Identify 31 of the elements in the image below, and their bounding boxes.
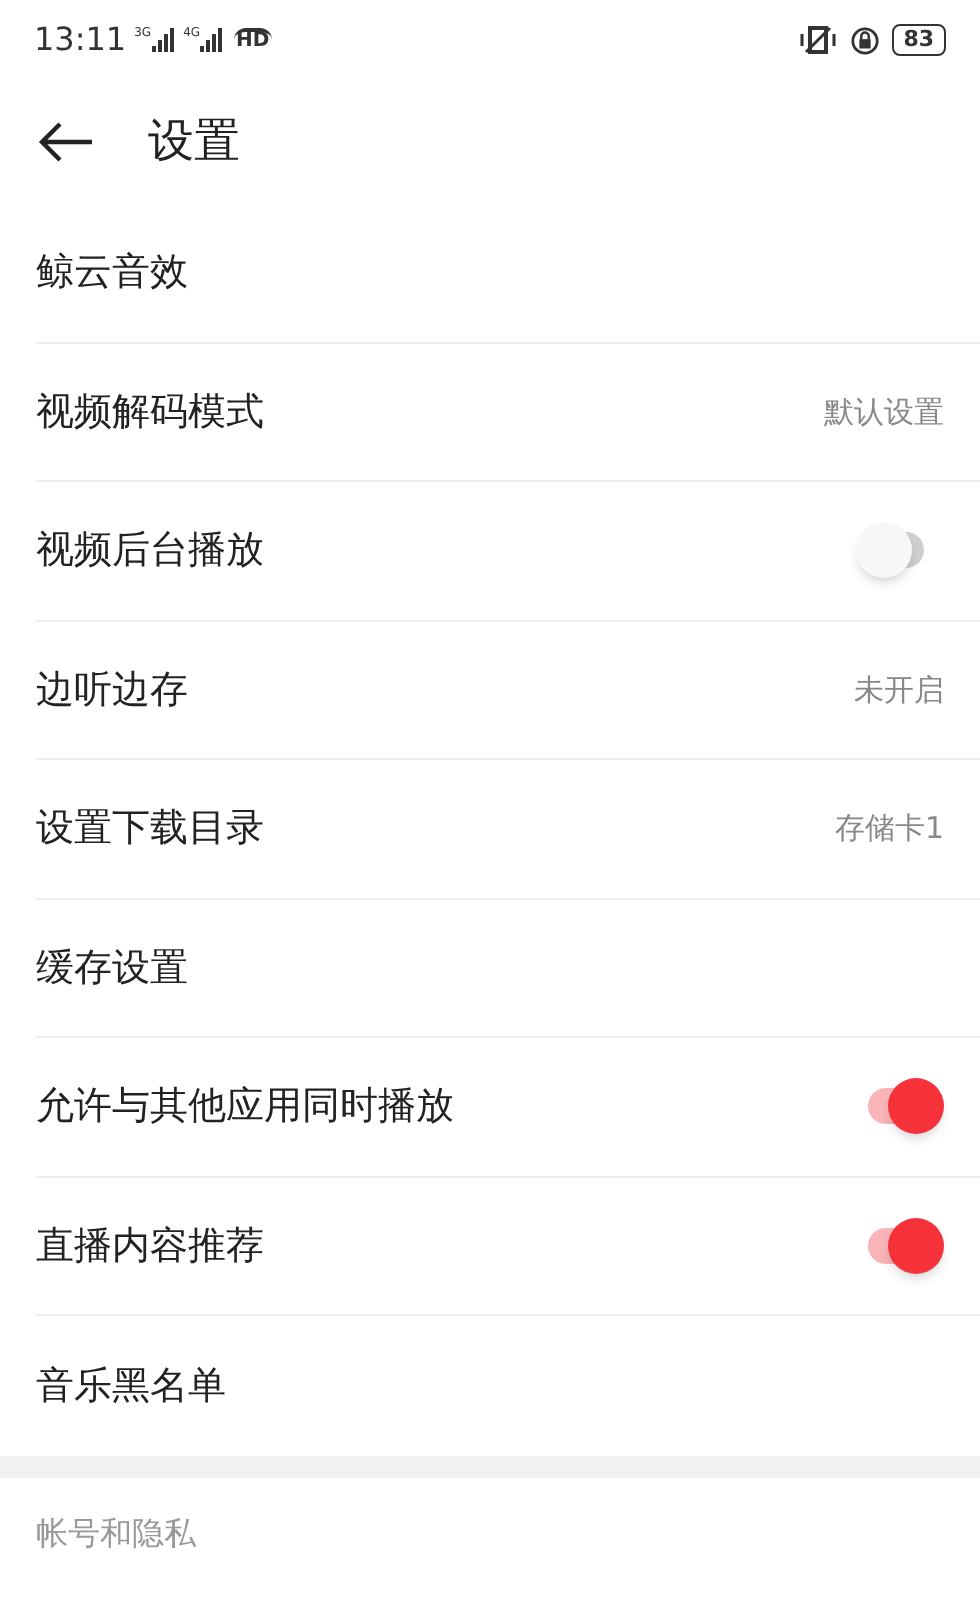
setting-label: 视频解码模式 <box>36 387 266 437</box>
settings-row[interactable]: 边听边存 未开启 <box>36 621 980 760</box>
setting-value: 存储卡1 <box>834 808 944 850</box>
back-icon[interactable] <box>36 120 96 164</box>
settings-row[interactable]: 直播内容推荐 <box>36 1177 980 1316</box>
setting-label: 音乐黑名单 <box>36 1361 228 1411</box>
setting-label: 鲸云音效 <box>36 248 190 298</box>
settings-row[interactable]: 允许与其他应用同时播放 <box>36 1038 980 1177</box>
signal-icon <box>200 28 225 52</box>
rotation-lock-icon <box>849 25 880 55</box>
setting-label: 直播内容推荐 <box>36 1221 266 1271</box>
section-header: 帐号和隐私 <box>36 1512 196 1556</box>
setting-label: 边听边存 <box>36 665 190 715</box>
hd-label: HD <box>234 28 272 52</box>
settings-row[interactable]: 视频后台播放 <box>36 482 980 621</box>
page-title: 设置 <box>148 113 240 172</box>
settings-row[interactable]: 缓存设置 <box>36 899 980 1038</box>
settings-row[interactable]: 音乐黑名单 <box>36 1316 980 1455</box>
setting-label: 视频后台播放 <box>36 526 266 576</box>
setting-value: 未开启 <box>854 669 944 711</box>
settings-row[interactable]: 视频解码模式 默认设置 <box>36 343 980 482</box>
setting-value: 默认设置 <box>824 391 944 433</box>
clock: 13:11 <box>34 18 127 62</box>
battery-indicator: 83 <box>891 24 946 56</box>
setting-label: 允许与其他应用同时播放 <box>36 1082 456 1132</box>
settings-row[interactable]: 鲸云音效 <box>36 204 980 343</box>
signal-icon <box>151 28 176 52</box>
vibrate-icon <box>797 24 838 56</box>
setting-label: 设置下载目录 <box>36 804 266 854</box>
settings-row[interactable]: 设置下载目录 存储卡1 <box>36 760 980 899</box>
setting-label: 缓存设置 <box>36 943 190 993</box>
